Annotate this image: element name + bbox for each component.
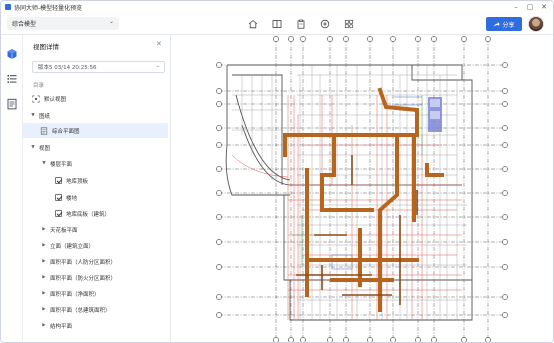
caret-right-icon[interactable]: ▶ — [40, 323, 48, 328]
app-window: 协同大师-模型轻量化预览 – ▢ ✕ 综合模型 ⌄ 分享 视图详情 ✕ 版本5 … — [0, 0, 554, 343]
share-label: 分享 — [502, 21, 515, 29]
split-view-icon[interactable] — [270, 17, 284, 31]
close-icon[interactable]: ✕ — [539, 2, 549, 12]
floor-plan-drawing[interactable] — [172, 35, 553, 343]
caret-right-icon[interactable]: ▶ — [40, 227, 48, 232]
tree-item-structural-plans[interactable]: ▶ 结构平面 — [40, 318, 171, 333]
clipboard-icon[interactable] — [294, 17, 308, 31]
left-rail — [1, 35, 23, 342]
tree-item-area-civil-defense[interactable]: ▶ 面积平面（人防分区面积） — [40, 254, 171, 269]
add-circle-icon[interactable] — [318, 17, 332, 31]
catalog-label: 目录 — [33, 83, 45, 89]
checkbox[interactable] — [55, 194, 62, 201]
tree-item-default-view[interactable]: 默认视图 — [29, 91, 171, 106]
tree-item-area-total[interactable]: ▶ 面积平面（总建筑面积） — [40, 302, 171, 317]
title-bar: 协同大师-模型轻量化预览 – ▢ ✕ — [1, 1, 553, 13]
tree-item-views[interactable]: ▼ 视图 — [29, 140, 171, 155]
tree-item-basement-roof[interactable]: 地库顶板 — [55, 173, 171, 188]
tree-item-floor[interactable]: 楼地 — [55, 190, 171, 205]
chevron-down-icon: ⌄ — [108, 18, 114, 25]
toolbar: 综合模型 ⌄ 分享 — [1, 13, 553, 35]
component-icon[interactable] — [342, 17, 356, 31]
share-icon — [494, 21, 501, 27]
caret-right-icon[interactable]: ▶ — [40, 307, 48, 312]
checkbox[interactable] — [55, 210, 62, 217]
caret-down-icon[interactable]: ▼ — [29, 113, 37, 118]
cube-icon[interactable] — [6, 45, 18, 59]
model-select[interactable]: 综合模型 ⌄ — [7, 17, 119, 30]
drawing-icon — [40, 126, 48, 135]
maximize-icon[interactable]: ▢ — [525, 2, 535, 12]
view-details-panel: 视图详情 ✕ 版本5 03/14 20:25:56 ⌄ 目录 默认视图 ▼ 图纸… — [23, 35, 171, 342]
caret-down-icon[interactable]: ▼ — [40, 161, 48, 166]
panel-title: 视图详情 — [33, 43, 59, 51]
caret-right-icon[interactable]: ▶ — [40, 275, 48, 280]
home-icon[interactable] — [246, 17, 260, 31]
drawing-canvas[interactable] — [172, 35, 553, 343]
tree-item-composite-plan[interactable]: 综合平面图 — [23, 123, 168, 138]
tree-item-drawings[interactable]: ▼ 图纸 — [29, 108, 171, 123]
window-title: 协同大师-模型轻量化预览 — [14, 4, 83, 12]
tree-item-floor-plans[interactable]: ▼ 楼层平面 — [40, 156, 171, 171]
red-service-lines — [231, 95, 462, 320]
document-icon[interactable] — [6, 95, 18, 110]
version-select[interactable]: 版本5 03/14 20:25:56 ⌄ — [32, 61, 165, 73]
app-logo-icon — [5, 4, 11, 10]
tree-item-elevations[interactable]: ▶ 立面（建筑立面） — [40, 238, 171, 253]
checkbox[interactable] — [55, 177, 62, 184]
tree-item-area-net[interactable]: ▶ 面积平面（净面积） — [40, 286, 171, 301]
view-icon — [32, 94, 40, 103]
tree-item-ceiling-plans[interactable]: ▶ 天花板平面 — [40, 222, 171, 237]
avatar[interactable] — [528, 16, 544, 32]
model-select-value: 综合模型 — [12, 21, 37, 28]
close-icon[interactable]: ✕ — [156, 40, 162, 48]
tree-item-area-fire[interactable]: ▶ 面积平面（防火分区面积） — [40, 270, 171, 285]
chevron-down-icon: ⌄ — [155, 63, 160, 69]
version-value: 版本5 03/14 20:25:56 — [38, 65, 97, 71]
caret-right-icon[interactable]: ▶ — [40, 291, 48, 296]
minimize-icon[interactable]: – — [511, 2, 521, 12]
list-icon[interactable] — [6, 70, 18, 83]
share-button[interactable]: 分享 — [486, 17, 522, 31]
caret-down-icon[interactable]: ▼ — [29, 145, 37, 150]
caret-right-icon[interactable]: ▶ — [40, 259, 48, 264]
caret-right-icon[interactable]: ▶ — [40, 243, 48, 248]
tree-item-basement-floor[interactable]: 地库底板（建筑） — [55, 206, 171, 221]
